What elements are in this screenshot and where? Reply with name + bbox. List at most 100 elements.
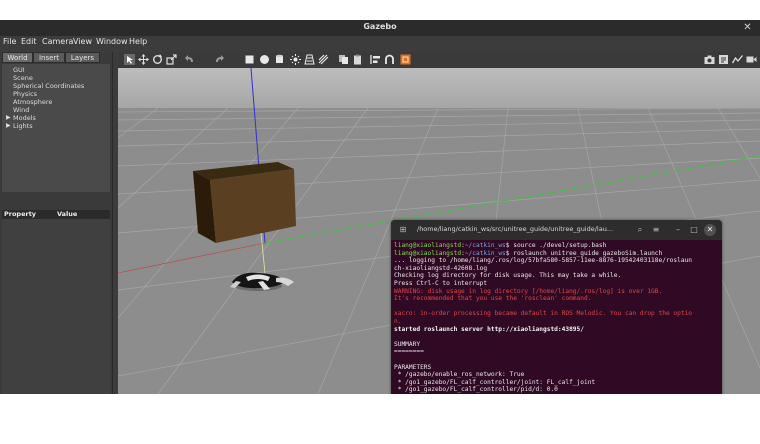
view-angle-icon[interactable] xyxy=(400,54,411,65)
menu-edit[interactable]: Edit xyxy=(21,37,37,46)
terminal-text: ... logging to /home/liang/.ros/log/57bf… xyxy=(394,257,693,265)
terminal-text: * /go1_gazebo/FL_calf_controller/joint: … xyxy=(394,378,596,386)
new-tab-icon[interactable]: ⊞ xyxy=(397,224,409,236)
terminal-text: Checking log directory for disk usage. T… xyxy=(394,272,622,280)
terminal-text: * /go1_gazebo/FL_calf_controller/pid/d: … xyxy=(394,386,558,394)
terminal-line: started roslaunch server http://xiaolian… xyxy=(394,326,720,334)
gazebo-window: Gazebo ✕ File Edit Camera View Window He… xyxy=(0,20,760,394)
terminal-line: ... logging to /home/liang/.ros/log/57bf… xyxy=(394,257,720,265)
terminal-line: * /gazebo/enable_ros_network: True xyxy=(394,371,720,379)
align-icon[interactable] xyxy=(370,54,381,65)
tree-item-scene[interactable]: Scene xyxy=(13,74,33,82)
tab-insert[interactable]: Insert xyxy=(33,52,65,63)
point-light-icon[interactable] xyxy=(290,54,301,65)
screenshot-icon[interactable] xyxy=(704,54,715,65)
tree-item-models[interactable]: Models xyxy=(13,114,36,122)
log-icon[interactable] xyxy=(718,54,729,65)
video-icon[interactable] xyxy=(746,54,757,65)
tab-world[interactable]: World xyxy=(2,52,33,63)
select-icon[interactable] xyxy=(124,54,135,65)
undo-icon[interactable] xyxy=(184,54,195,65)
terminal-text: ~/catkin_ws xyxy=(464,249,506,257)
property-table xyxy=(2,219,110,394)
terminal-text: liang@xiaoliangstd xyxy=(394,249,462,257)
terminal-line: It's recommended that you use the 'roscl… xyxy=(394,295,720,303)
terminal-text: Press Ctrl-C to interrupt xyxy=(394,279,488,287)
value-column-header: Value xyxy=(57,210,78,218)
tab-layers[interactable]: Layers xyxy=(65,52,100,63)
plot-icon[interactable] xyxy=(732,54,743,65)
minimize-icon[interactable]: – xyxy=(672,224,684,236)
spot-light-icon[interactable] xyxy=(304,54,315,65)
terminal-output: liang@xiaoliangstd:~/catkin_ws$ source .… xyxy=(394,242,720,394)
title-bar: Gazebo ✕ xyxy=(0,20,760,36)
terminal-text: PARAMETERS xyxy=(394,363,432,371)
world-tree: GUI Scene Spherical Coordinates Physics … xyxy=(2,64,110,192)
box-icon[interactable] xyxy=(244,54,255,65)
menu-window[interactable]: Window xyxy=(96,37,128,46)
menu-help[interactable]: Help xyxy=(129,37,147,46)
terminal-text: WARNING: disk usage in log directory [/h… xyxy=(394,287,663,295)
terminal-line: * /go1_gazebo/FL_calf_controller/pid/d: … xyxy=(394,386,720,394)
tree-item-wind[interactable]: Wind xyxy=(13,106,29,114)
tree-item-atmosphere[interactable]: Atmosphere xyxy=(13,98,52,106)
tree-item-gui[interactable]: GUI xyxy=(13,66,25,74)
terminal-text: ~/catkin_ws xyxy=(464,242,506,249)
menu-bar: File Edit Camera View Window Help xyxy=(0,36,760,50)
expand-arrow-icon[interactable]: ▶ xyxy=(6,114,11,121)
terminal-title: /home/liang/catkin_ws/src/unitree_guide/… xyxy=(417,225,614,233)
copy-icon[interactable] xyxy=(338,54,349,65)
terminal-text: ======== xyxy=(394,348,424,356)
terminal-text: $ roslaunch unitree_guide gazeboSim.laun… xyxy=(505,249,663,257)
menu-icon[interactable]: ≡ xyxy=(650,224,662,236)
terminal-line: n. xyxy=(394,318,720,326)
terminal-text: * /gazebo/enable_ros_network: True xyxy=(394,371,525,379)
expand-arrow-icon[interactable]: ▶ xyxy=(6,122,11,129)
tree-item-spherical-coordinates[interactable]: Spherical Coordinates xyxy=(13,82,84,90)
terminal-line: liang@xiaoliangstd:~/catkin_ws$ roslaunc… xyxy=(394,250,720,258)
terminal-line: Press Ctrl-C to interrupt xyxy=(394,280,720,288)
terminal-text: xacro: in-order processing became defaul… xyxy=(394,310,693,318)
maximize-icon[interactable]: □ xyxy=(688,224,700,236)
property-column-header: Property xyxy=(4,210,37,218)
cylinder-icon[interactable] xyxy=(274,54,285,65)
terminal-line: PARAMETERS xyxy=(394,364,720,372)
terminal-text: ch-xiaoliangstd-42608.log xyxy=(394,264,488,272)
menu-file[interactable]: File xyxy=(3,37,16,46)
close-icon[interactable]: ✕ xyxy=(704,224,716,236)
terminal-text: SUMMARY xyxy=(394,340,421,348)
toolbar xyxy=(118,52,760,68)
sky xyxy=(118,68,760,108)
terminal-line: * /go1_gazebo/FL_calf_controller/joint: … xyxy=(394,379,720,387)
menu-view[interactable]: View xyxy=(73,37,92,46)
terminal-line: ch-xiaoliangstd-42608.log xyxy=(394,265,720,273)
tree-item-physics[interactable]: Physics xyxy=(13,90,37,98)
menu-camera[interactable]: Camera xyxy=(42,37,73,46)
sphere-icon[interactable] xyxy=(259,54,270,65)
paste-icon[interactable] xyxy=(352,54,363,65)
terminal-line: xacro: in-order processing became defaul… xyxy=(394,310,720,318)
left-panel: World Insert Layers GUI Scene Spherical … xyxy=(0,52,113,394)
terminal-text: n. xyxy=(394,317,402,325)
rotate-icon[interactable] xyxy=(152,54,163,65)
terminal-text: $ source ./devel/setup.bash xyxy=(505,242,607,249)
terminal-line: liang@xiaoliangstd:~/catkin_ws$ source .… xyxy=(394,242,720,250)
translate-icon[interactable] xyxy=(138,54,149,65)
window-title: Gazebo xyxy=(363,22,397,31)
terminal-text: liang@xiaoliangstd xyxy=(394,242,462,249)
terminal-window[interactable]: ⊞ /home/liang/catkin_ws/src/unitree_guid… xyxy=(391,220,722,394)
terminal-line: Checking log directory for disk usage. T… xyxy=(394,272,720,280)
scale-icon[interactable] xyxy=(166,54,177,65)
property-header: Property Value xyxy=(2,210,110,219)
terminal-text: It's recommended that you use the 'roscl… xyxy=(394,295,592,303)
close-icon[interactable]: ✕ xyxy=(741,21,754,34)
directional-light-icon[interactable] xyxy=(318,54,329,65)
redo-icon[interactable] xyxy=(214,54,225,65)
tree-item-lights[interactable]: Lights xyxy=(13,122,33,130)
terminal-line: SUMMARY xyxy=(394,341,720,349)
search-icon[interactable]: ⌕ xyxy=(634,224,646,236)
terminal-line: WARNING: disk usage in log directory [/h… xyxy=(394,288,720,296)
snap-icon[interactable] xyxy=(384,54,395,65)
